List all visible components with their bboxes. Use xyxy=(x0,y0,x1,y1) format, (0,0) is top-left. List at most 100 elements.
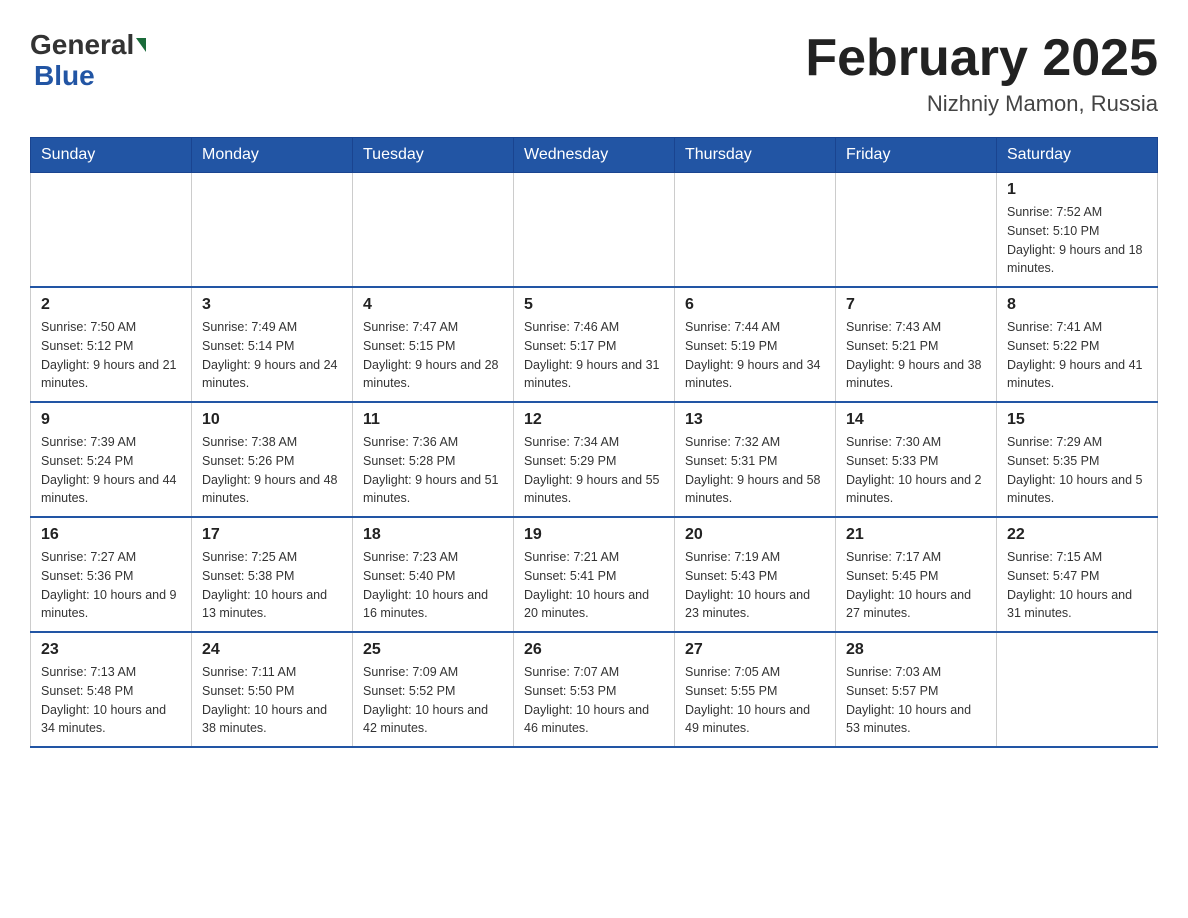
calendar-cell: 22 Sunrise: 7:15 AMSunset: 5:47 PMDayligh… xyxy=(997,517,1158,632)
day-info: Sunrise: 7:07 AMSunset: 5:53 PMDaylight:… xyxy=(524,663,664,738)
calendar-cell: 14Sunrise: 7:30 AMSunset: 5:33 PMDayligh… xyxy=(836,402,997,517)
day-number: 9 xyxy=(41,411,181,429)
weekday-header-tuesday: Tuesday xyxy=(353,138,514,173)
calendar-cell xyxy=(353,173,514,288)
day-info: Sunrise: 7:44 AMSunset: 5:19 PMDaylight:… xyxy=(685,318,825,393)
day-info: Sunrise: 7:15 AMSunset: 5:47 PMDaylight:… xyxy=(1007,548,1147,623)
day-info: Sunrise: 7:25 AMSunset: 5:38 PMDaylight:… xyxy=(202,548,342,623)
day-number: 8 xyxy=(1007,296,1147,314)
calendar-cell xyxy=(31,173,192,288)
day-number: 28 xyxy=(846,641,986,659)
day-number: 25 xyxy=(363,641,503,659)
day-number: 6 xyxy=(685,296,825,314)
day-info: Sunrise: 7:38 AMSunset: 5:26 PMDaylight:… xyxy=(202,433,342,508)
day-info: Sunrise: 7:50 AMSunset: 5:12 PMDaylight:… xyxy=(41,318,181,393)
weekday-header-saturday: Saturday xyxy=(997,138,1158,173)
calendar-cell: 17 Sunrise: 7:25 AMSunset: 5:38 PMDayligh… xyxy=(192,517,353,632)
calendar-week-row: 23 Sunrise: 7:13 AMSunset: 5:48 PMDayligh… xyxy=(31,632,1158,747)
day-info: Sunrise: 7:47 AMSunset: 5:15 PMDaylight:… xyxy=(363,318,503,393)
calendar-cell: 1 Sunrise: 7:52 AMSunset: 5:10 PMDaylight… xyxy=(997,173,1158,288)
calendar-cell: 28 Sunrise: 7:03 AMSunset: 5:57 PMDayligh… xyxy=(836,632,997,747)
day-info: Sunrise: 7:43 AMSunset: 5:21 PMDaylight:… xyxy=(846,318,986,393)
weekday-header-row: SundayMondayTuesdayWednesdayThursdayFrid… xyxy=(31,138,1158,173)
calendar-cell xyxy=(192,173,353,288)
day-number: 22 xyxy=(1007,526,1147,544)
calendar-cell: 21 Sunrise: 7:17 AMSunset: 5:45 PMDayligh… xyxy=(836,517,997,632)
day-info: Sunrise: 7:27 AMSunset: 5:36 PMDaylight:… xyxy=(41,548,181,623)
calendar-cell: 9Sunrise: 7:39 AMSunset: 5:24 PMDaylight… xyxy=(31,402,192,517)
day-number: 12 xyxy=(524,411,664,429)
weekday-header-friday: Friday xyxy=(836,138,997,173)
day-info: Sunrise: 7:49 AMSunset: 5:14 PMDaylight:… xyxy=(202,318,342,393)
day-info: Sunrise: 7:52 AMSunset: 5:10 PMDaylight:… xyxy=(1007,203,1147,278)
day-info: Sunrise: 7:17 AMSunset: 5:45 PMDaylight:… xyxy=(846,548,986,623)
day-info: Sunrise: 7:09 AMSunset: 5:52 PMDaylight:… xyxy=(363,663,503,738)
calendar-table: SundayMondayTuesdayWednesdayThursdayFrid… xyxy=(30,137,1158,748)
day-info: Sunrise: 7:13 AMSunset: 5:48 PMDaylight:… xyxy=(41,663,181,738)
calendar-cell: 11 Sunrise: 7:36 AMSunset: 5:28 PMDayligh… xyxy=(353,402,514,517)
calendar-cell xyxy=(997,632,1158,747)
calendar-cell: 13 Sunrise: 7:32 AMSunset: 5:31 PMDayligh… xyxy=(675,402,836,517)
calendar-week-row: 1 Sunrise: 7:52 AMSunset: 5:10 PMDaylight… xyxy=(31,173,1158,288)
day-info: Sunrise: 7:29 AMSunset: 5:35 PMDaylight:… xyxy=(1007,433,1147,508)
calendar-cell: 18 Sunrise: 7:23 AMSunset: 5:40 PMDayligh… xyxy=(353,517,514,632)
day-number: 15 xyxy=(1007,411,1147,429)
day-number: 21 xyxy=(846,526,986,544)
day-info: Sunrise: 7:34 AMSunset: 5:29 PMDaylight:… xyxy=(524,433,664,508)
day-number: 11 xyxy=(363,411,503,429)
day-number: 7 xyxy=(846,296,986,314)
day-number: 26 xyxy=(524,641,664,659)
weekday-header-thursday: Thursday xyxy=(675,138,836,173)
page-subtitle: Nizhniy Mamon, Russia xyxy=(805,91,1158,117)
calendar-cell: 27 Sunrise: 7:05 AMSunset: 5:55 PMDayligh… xyxy=(675,632,836,747)
day-info: Sunrise: 7:36 AMSunset: 5:28 PMDaylight:… xyxy=(363,433,503,508)
calendar-cell xyxy=(675,173,836,288)
day-number: 17 xyxy=(202,526,342,544)
calendar-cell: 24 Sunrise: 7:11 AMSunset: 5:50 PMDayligh… xyxy=(192,632,353,747)
day-info: Sunrise: 7:32 AMSunset: 5:31 PMDaylight:… xyxy=(685,433,825,508)
logo: General Blue xyxy=(30,30,146,92)
day-number: 24 xyxy=(202,641,342,659)
day-number: 20 xyxy=(685,526,825,544)
day-info: Sunrise: 7:30 AMSunset: 5:33 PMDaylight:… xyxy=(846,433,986,508)
title-block: February 2025 Nizhniy Mamon, Russia xyxy=(805,30,1158,117)
weekday-header-monday: Monday xyxy=(192,138,353,173)
calendar-cell: 25 Sunrise: 7:09 AMSunset: 5:52 PMDayligh… xyxy=(353,632,514,747)
calendar-week-row: 9Sunrise: 7:39 AMSunset: 5:24 PMDaylight… xyxy=(31,402,1158,517)
day-info: Sunrise: 7:41 AMSunset: 5:22 PMDaylight:… xyxy=(1007,318,1147,393)
calendar-cell: 26 Sunrise: 7:07 AMSunset: 5:53 PMDayligh… xyxy=(514,632,675,747)
day-info: Sunrise: 7:03 AMSunset: 5:57 PMDaylight:… xyxy=(846,663,986,738)
logo-triangle-icon xyxy=(136,38,146,52)
day-number: 1 xyxy=(1007,181,1147,199)
day-info: Sunrise: 7:23 AMSunset: 5:40 PMDaylight:… xyxy=(363,548,503,623)
day-info: Sunrise: 7:05 AMSunset: 5:55 PMDaylight:… xyxy=(685,663,825,738)
day-number: 3 xyxy=(202,296,342,314)
calendar-cell xyxy=(836,173,997,288)
calendar-cell: 10 Sunrise: 7:38 AMSunset: 5:26 PMDayligh… xyxy=(192,402,353,517)
calendar-body: 1 Sunrise: 7:52 AMSunset: 5:10 PMDaylight… xyxy=(31,173,1158,748)
calendar-cell: 23 Sunrise: 7:13 AMSunset: 5:48 PMDayligh… xyxy=(31,632,192,747)
weekday-header-wednesday: Wednesday xyxy=(514,138,675,173)
calendar-header: SundayMondayTuesdayWednesdayThursdayFrid… xyxy=(31,138,1158,173)
day-number: 18 xyxy=(363,526,503,544)
day-number: 10 xyxy=(202,411,342,429)
day-number: 13 xyxy=(685,411,825,429)
day-number: 16 xyxy=(41,526,181,544)
calendar-cell: 6 Sunrise: 7:44 AMSunset: 5:19 PMDaylight… xyxy=(675,287,836,402)
day-number: 5 xyxy=(524,296,664,314)
calendar-cell: 4Sunrise: 7:47 AMSunset: 5:15 PMDaylight… xyxy=(353,287,514,402)
calendar-week-row: 2 Sunrise: 7:50 AMSunset: 5:12 PMDaylight… xyxy=(31,287,1158,402)
calendar-cell: 15 Sunrise: 7:29 AMSunset: 5:35 PMDayligh… xyxy=(997,402,1158,517)
calendar-cell: 3 Sunrise: 7:49 AMSunset: 5:14 PMDaylight… xyxy=(192,287,353,402)
day-number: 19 xyxy=(524,526,664,544)
day-number: 27 xyxy=(685,641,825,659)
day-number: 2 xyxy=(41,296,181,314)
day-number: 23 xyxy=(41,641,181,659)
logo-blue-text: Blue xyxy=(34,61,95,92)
calendar-cell: 12 Sunrise: 7:34 AMSunset: 5:29 PMDayligh… xyxy=(514,402,675,517)
calendar-week-row: 16 Sunrise: 7:27 AMSunset: 5:36 PMDayligh… xyxy=(31,517,1158,632)
calendar-cell: 8 Sunrise: 7:41 AMSunset: 5:22 PMDaylight… xyxy=(997,287,1158,402)
calendar-cell: 16 Sunrise: 7:27 AMSunset: 5:36 PMDayligh… xyxy=(31,517,192,632)
calendar-cell: 20Sunrise: 7:19 AMSunset: 5:43 PMDayligh… xyxy=(675,517,836,632)
day-info: Sunrise: 7:11 AMSunset: 5:50 PMDaylight:… xyxy=(202,663,342,738)
